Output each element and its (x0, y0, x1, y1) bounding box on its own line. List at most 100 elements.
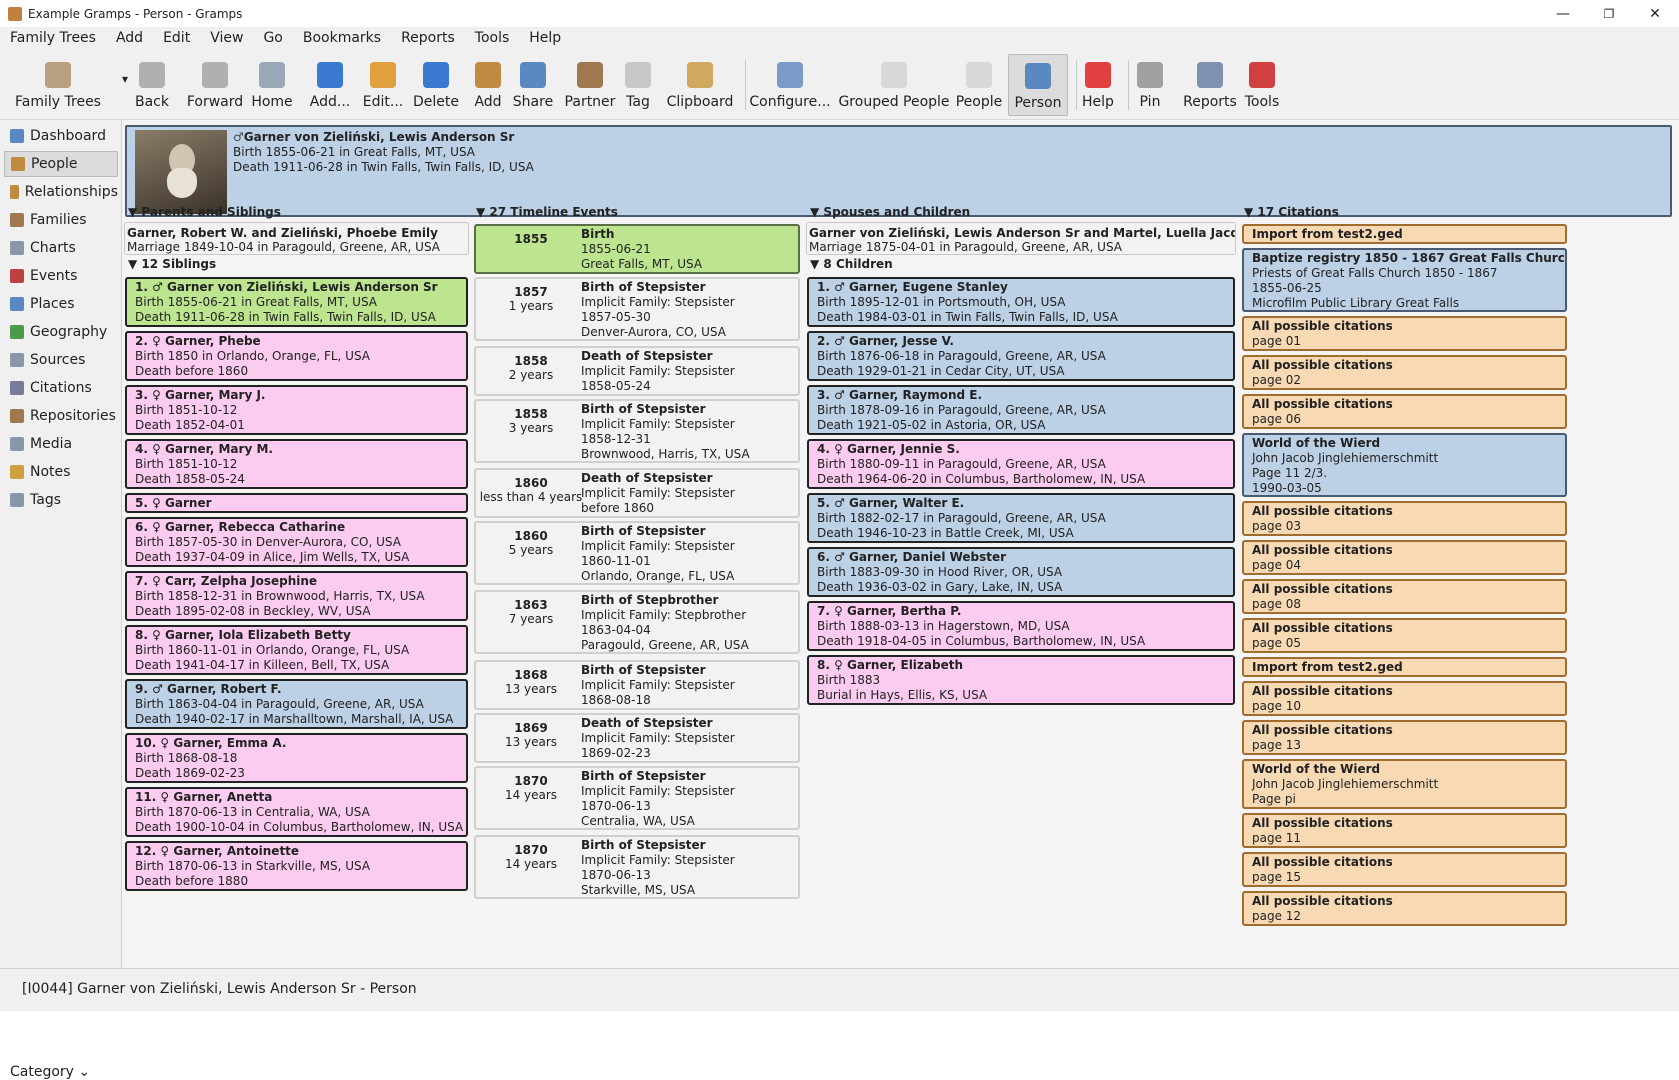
citation-card[interactable]: All possible citations page 11 (1242, 813, 1567, 848)
child-card[interactable]: 6. ♂ Garner, Daniel Webster Birth 1883-09… (807, 547, 1235, 597)
toolbar-pin-button[interactable]: Pin (1132, 54, 1168, 116)
sibling-card[interactable]: 2. ♀ Garner, Phebe Birth 1850 in Orlando,… (125, 331, 468, 381)
citation-card[interactable]: Import from test2.ged (1242, 224, 1567, 244)
timeline-event-card[interactable]: 1857 1 years Birth of Stepsister Implicit F… (474, 277, 800, 341)
sidebar-item-geography[interactable]: Geography (4, 319, 118, 345)
timeline-event-card[interactable]: 1860 less than 4 years Death of Stepsister… (474, 468, 800, 518)
citation-card[interactable]: All possible citations page 05 (1242, 618, 1567, 653)
maximize-button[interactable]: ❐ (1586, 0, 1632, 27)
sibling-card[interactable]: 4. ♀ Garner, Mary M. Birth 1851-10-12 Deat… (125, 439, 468, 489)
toolbar-people-button[interactable]: People (954, 54, 1004, 116)
citation-card[interactable]: World of the Wierd John Jacob Jinglehieme… (1242, 433, 1567, 497)
menu-family-trees[interactable]: Family Trees (0, 30, 106, 46)
timeline-event-card[interactable]: 1858 3 years Birth of Stepsister Implicit F… (474, 399, 800, 463)
toolbar-add-button[interactable]: Add... (305, 54, 355, 116)
children-header[interactable]: ▼ 8 Children (810, 257, 893, 271)
citation-card[interactable]: All possible citations page 02 (1242, 355, 1567, 390)
child-card[interactable]: 8. ♀ Garner, Elizabeth Birth 1883 Burial i… (807, 655, 1235, 705)
child-card[interactable]: 7. ♀ Garner, Bertha P. Birth 1888-03-13 i… (807, 601, 1235, 651)
minimize-button[interactable]: — (1540, 0, 1586, 27)
toolbar-clipboard-button[interactable]: Clipboard (662, 54, 738, 116)
child-card[interactable]: 4. ♀ Garner, Jennie S. Birth 1880-09-11 i… (807, 439, 1235, 489)
citation-card[interactable]: All possible citations page 13 (1242, 720, 1567, 755)
citation-card[interactable]: Import from test2.ged (1242, 657, 1567, 677)
toolbar-tools-button[interactable]: Tools (1238, 54, 1286, 116)
citation-card[interactable]: All possible citations page 10 (1242, 681, 1567, 716)
citation-card[interactable]: All possible citations page 04 (1242, 540, 1567, 575)
toolbar-delete-button[interactable]: Delete (412, 54, 460, 116)
spouse-family-card[interactable]: Garner von Zieliński, Lewis Anderson Sr … (806, 222, 1236, 255)
citation-card[interactable]: Baptize registry 1850 - 1867 Great Falls… (1242, 248, 1567, 312)
timeline-event-card[interactable]: 1863 7 years Birth of Stepbrother Implicit … (474, 590, 800, 654)
menu-help[interactable]: Help (519, 30, 571, 46)
citation-card[interactable]: All possible citations page 03 (1242, 501, 1567, 536)
sidebar-item-events[interactable]: Events (4, 263, 118, 289)
child-card[interactable]: 2. ♂ Garner, Jesse V. Birth 1876-06-18 in… (807, 331, 1235, 381)
active-person-card[interactable]: ♂Garner von Zieliński, Lewis Anderson Sr… (125, 125, 1672, 217)
timeline-event-card[interactable]: 1870 14 years Birth of Stepsister Implicit … (474, 766, 800, 830)
sidebar-item-media[interactable]: Media (4, 431, 118, 457)
sibling-card[interactable]: 11. ♀ Garner, Anetta Birth 1870-06-13 in … (125, 787, 468, 837)
sibling-card[interactable]: 6. ♀ Garner, Rebecca Catharine Birth 1857… (125, 517, 468, 567)
citation-card[interactable]: All possible citations page 01 (1242, 316, 1567, 351)
menu-go[interactable]: Go (253, 30, 292, 46)
toolbar-back-button[interactable]: Back (130, 54, 174, 116)
sibling-card[interactable]: 12. ♀ Garner, Antoinette Birth 1870-06-13… (125, 841, 468, 891)
citation-card[interactable]: All possible citations page 06 (1242, 394, 1567, 429)
citation-card[interactable]: All possible citations page 12 (1242, 891, 1567, 926)
sidebar-item-places[interactable]: Places (4, 291, 118, 317)
citations-header[interactable]: ▼ 17 Citations (1244, 205, 1339, 219)
child-card[interactable]: 3. ♂ Garner, Raymond E. Birth 1878-09-16 … (807, 385, 1235, 435)
toolbar-configure-button[interactable]: Configure... (748, 54, 832, 116)
toolbar-home-button[interactable]: Home (250, 54, 294, 116)
timeline-event-card[interactable]: 1855 Birth 1855-06-21 Great Falls, MT, USA (474, 224, 800, 274)
person-photo[interactable] (135, 130, 227, 214)
citation-card[interactable]: All possible citations page 15 (1242, 852, 1567, 887)
toolbar-grouped-people-button[interactable]: Grouped People (838, 54, 950, 116)
menu-bookmarks[interactable]: Bookmarks (293, 30, 391, 46)
sidebar-item-families[interactable]: Families (4, 207, 118, 233)
toolbar-add-person-button[interactable]: Add (468, 54, 508, 116)
toolbar-edit-button[interactable]: Edit... (360, 54, 406, 116)
sibling-card[interactable]: 3. ♀ Garner, Mary J. Birth 1851-10-12 Deat… (125, 385, 468, 435)
timeline-event-card[interactable]: 1860 5 years Birth of Stepsister Implicit F… (474, 521, 800, 585)
sidebar-item-relationships[interactable]: Relationships (4, 179, 118, 205)
menu-reports[interactable]: Reports (391, 30, 465, 46)
dropdown-arrow-icon[interactable]: ▾ (122, 72, 128, 86)
timeline-event-card[interactable]: 1869 13 years Death of Stepsister Implicit … (474, 713, 800, 763)
siblings-header[interactable]: ▼ 12 Siblings (128, 257, 216, 271)
menu-edit[interactable]: Edit (153, 30, 200, 46)
sidebar-item-citations[interactable]: Citations (4, 375, 118, 401)
sibling-card[interactable]: 7. ♀ Carr, Zelpha Josephine Birth 1858-12… (125, 571, 468, 621)
close-button[interactable]: ✕ (1632, 0, 1678, 27)
parents-header[interactable]: ▼ Parents and Siblings (128, 205, 281, 219)
menu-tools[interactable]: Tools (465, 30, 520, 46)
sidebar-item-charts[interactable]: Charts (4, 235, 118, 261)
toolbar-person-button[interactable]: Person (1008, 54, 1068, 116)
timeline-event-card[interactable]: 1870 14 years Birth of Stepsister Implicit … (474, 835, 800, 899)
sidebar-item-people[interactable]: People (4, 151, 118, 177)
timeline-event-card[interactable]: 1858 2 years Death of Stepsister Implicit F… (474, 346, 800, 396)
child-card[interactable]: 1. ♂ Garner, Eugene Stanley Birth 1895-12… (807, 277, 1235, 327)
spouses-header[interactable]: ▼ Spouses and Children (810, 205, 970, 219)
sidebar-item-sources[interactable]: Sources (4, 347, 118, 373)
sidebar-item-dashboard[interactable]: Dashboard (4, 123, 118, 149)
toolbar-forward-button[interactable]: Forward (185, 54, 245, 116)
sibling-card[interactable]: 8. ♀ Garner, Iola Elizabeth Betty Birth 1… (125, 625, 468, 675)
timeline-header[interactable]: ▼ 27 Timeline Events (476, 205, 618, 219)
parent-family-card[interactable]: Garner, Robert W. and Zieliński, Phoebe … (124, 222, 469, 255)
timeline-event-card[interactable]: 1868 13 years Birth of Stepsister Implicit … (474, 660, 800, 710)
citation-card[interactable]: World of the Wierd John Jacob Jinglehieme… (1242, 759, 1567, 809)
category-dropdown[interactable]: Category ⌄ (10, 1064, 90, 1080)
toolbar-tag-button[interactable]: Tag (622, 54, 654, 116)
sidebar-item-tags[interactable]: Tags (4, 487, 118, 513)
citation-card[interactable]: All possible citations page 08 (1242, 579, 1567, 614)
toolbar-family-trees-button[interactable]: Family Trees (8, 54, 108, 116)
toolbar-reports-button[interactable]: Reports (1180, 54, 1240, 116)
sidebar-item-notes[interactable]: Notes (4, 459, 118, 485)
menu-view[interactable]: View (200, 30, 253, 46)
sibling-card[interactable]: 9. ♂ Garner, Robert F. Birth 1863-04-04 i… (125, 679, 468, 729)
toolbar-share-button[interactable]: Share (510, 54, 556, 116)
sibling-card[interactable]: 5. ♀ Garner (125, 493, 468, 513)
sidebar-item-repositories[interactable]: Repositories (4, 403, 118, 429)
